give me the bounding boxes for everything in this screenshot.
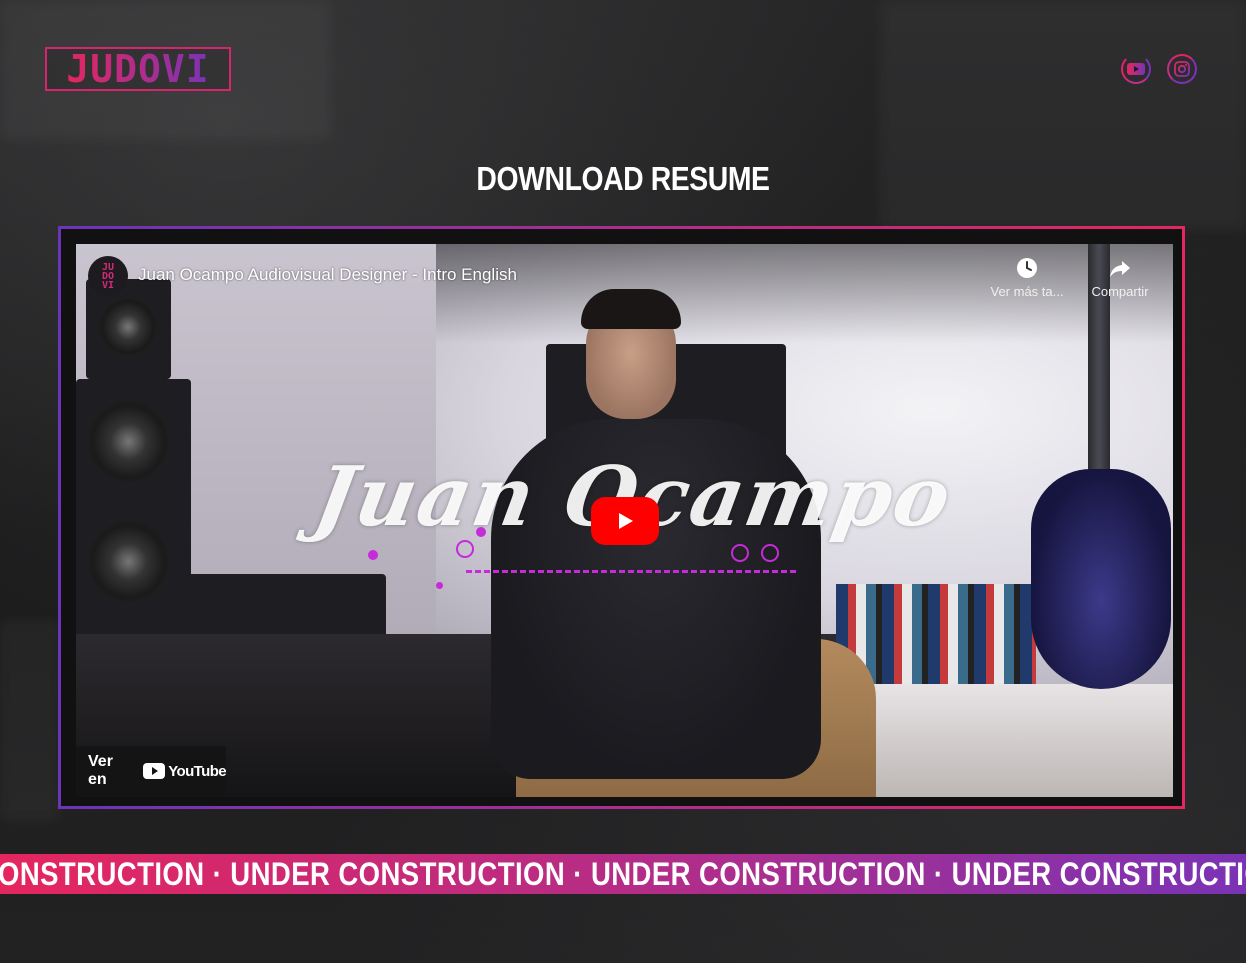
watch-later-button[interactable]: Ver más ta... [982, 256, 1072, 299]
speaker-cone [86, 519, 171, 604]
share-label: Compartir [1091, 284, 1149, 299]
overlay-dot [436, 582, 443, 589]
logo-text: JUDOVI [66, 47, 210, 91]
background-blur-shape [0, 620, 60, 820]
page: JUDOVI DOWNLOAD RESUME Juan Ocampo JUDOV… [0, 0, 1246, 963]
play-button[interactable] [591, 497, 659, 545]
marquee-text: ONSTRUCTION · UNDER CONSTRUCTION · UNDER… [0, 856, 1246, 892]
watch-on-youtube-button[interactable]: Ver en YouTube [76, 746, 227, 796]
clock-icon [982, 256, 1072, 284]
instagram-link[interactable] [1167, 54, 1197, 84]
youtube-logo-icon [143, 763, 166, 779]
overlay-dotted-line [466, 570, 796, 573]
overlay-dot [476, 527, 486, 537]
thumbnail-speaker-left-large [76, 379, 191, 644]
page-title: DOWNLOAD RESUME [476, 160, 770, 197]
video-frame-inner: Juan Ocampo JUDOVI Juan Ocampo Audiovisu… [61, 229, 1182, 806]
thumbnail-guitar [1031, 469, 1171, 689]
video-player[interactable]: Juan Ocampo JUDOVI Juan Ocampo Audiovisu… [76, 244, 1173, 797]
speaker-cone [86, 399, 171, 484]
youtube-logo: YouTube [143, 762, 227, 780]
youtube-icon [1127, 63, 1145, 75]
watch-on-label: Ver en [88, 753, 113, 788]
share-button[interactable]: Compartir [1075, 256, 1165, 299]
channel-avatar-text: JUDOVI [101, 261, 115, 291]
share-icon [1075, 256, 1165, 284]
logo[interactable]: JUDOVI [45, 47, 231, 91]
youtube-logo-text: YouTube [168, 762, 226, 780]
instagram-icon [1174, 61, 1190, 77]
video-top-bar: JUDOVI Juan Ocampo Audiovisual Designer … [76, 244, 1173, 314]
channel-avatar[interactable]: JUDOVI [88, 256, 128, 296]
play-icon [619, 513, 633, 529]
watch-later-label: Ver más ta... [990, 284, 1064, 299]
overlay-ring [731, 544, 749, 562]
video-title[interactable]: Juan Ocampo Audiovisual Designer - Intro… [138, 265, 517, 285]
overlay-ring [456, 540, 474, 558]
video-frame: Juan Ocampo JUDOVI Juan Ocampo Audiovisu… [58, 226, 1185, 809]
under-construction-marquee: ONSTRUCTION · UNDER CONSTRUCTION · UNDER… [0, 854, 1246, 894]
overlay-dot [368, 550, 378, 560]
overlay-ring [761, 544, 779, 562]
youtube-link[interactable] [1121, 54, 1151, 84]
